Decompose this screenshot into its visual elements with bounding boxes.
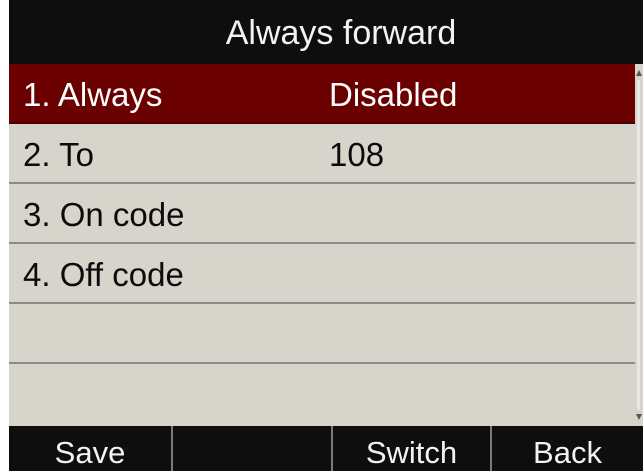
menu-item-off-code[interactable]: 4. Off code — [9, 244, 635, 304]
menu-item-empty — [9, 364, 635, 426]
menu-item-value: Disabled — [329, 76, 458, 113]
menu-item-label: 3. On code — [23, 196, 185, 233]
menu-item-value: 108 — [329, 136, 385, 173]
back-softkey[interactable]: Back — [492, 426, 643, 471]
save-softkey[interactable]: Save — [9, 426, 173, 471]
menu-item-always[interactable]: 1. Always Disabled — [9, 64, 635, 124]
menu-item-label: 1. Always — [23, 76, 163, 113]
switch-softkey[interactable]: Switch — [333, 426, 492, 471]
menu-scrollbar[interactable] — [635, 64, 643, 426]
menu-item-label: 4. Off code — [23, 256, 184, 293]
menu-item-on-code[interactable]: 3. On code — [9, 184, 635, 244]
menu-item-to[interactable]: 2. To 108 — [9, 124, 635, 184]
phone-screen: Always forward 1. Always Disabled 2. To … — [9, 0, 643, 471]
scroll-down-arrow-icon — [636, 414, 642, 420]
menu-item-empty — [9, 304, 635, 364]
forward-settings-menu: 1. Always Disabled 2. To 108 3. On code … — [9, 64, 635, 426]
scroll-thumb[interactable] — [637, 80, 640, 410]
screen-title: Always forward — [9, 0, 643, 64]
menu-item-label: 2. To — [23, 136, 94, 173]
empty-softkey[interactable] — [173, 426, 333, 471]
scroll-up-arrow-icon — [636, 70, 642, 76]
softkey-bar: Save Switch Back — [9, 426, 643, 471]
